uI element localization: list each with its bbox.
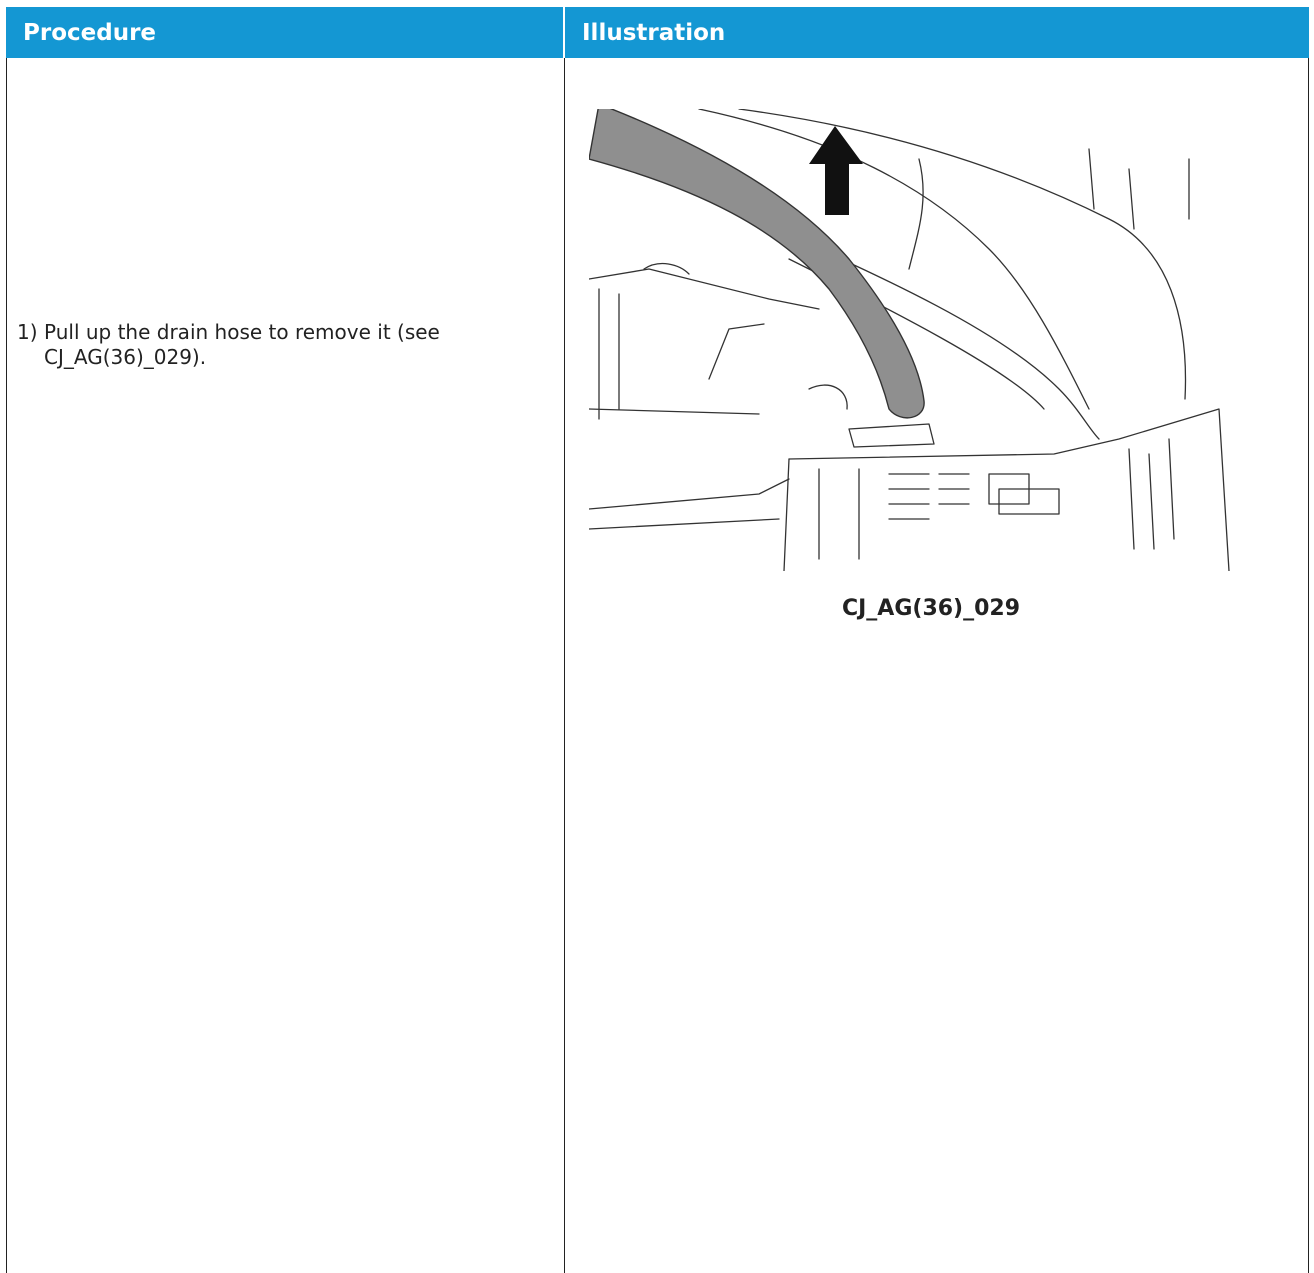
up-arrow-icon (809, 126, 863, 215)
step-text: Pull up the drain hose to remove it (see… (44, 320, 440, 369)
column-divider (564, 58, 565, 1273)
procedure-step: 1) Pull up the drain hose to remove it (… (17, 320, 517, 370)
table-border-left (6, 58, 7, 1273)
figure-caption: CJ_AG(36)_029 (841, 596, 1021, 621)
drain-hose-illustration (589, 109, 1279, 571)
step-number: 1) (17, 320, 38, 344)
header-illustration: Illustration (565, 7, 1309, 58)
table-border-right (1308, 58, 1309, 1273)
header-procedure: Procedure (6, 7, 563, 58)
